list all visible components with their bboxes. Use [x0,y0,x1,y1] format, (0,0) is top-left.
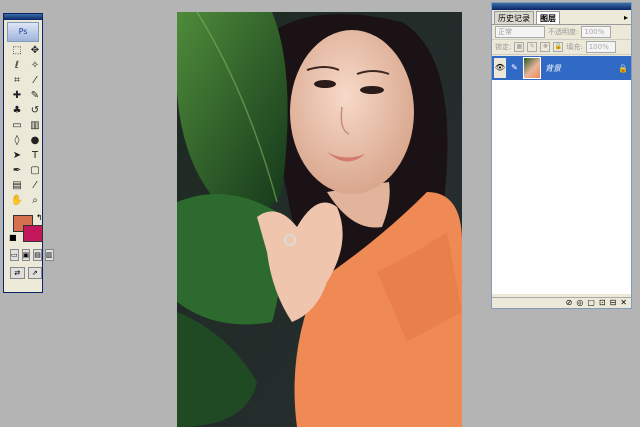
type-icon[interactable]: T [28,150,42,162]
pen-icon[interactable]: ✒ [10,165,24,177]
layers-panel: 历史记录 图层 ▸ 正常 不透明度: 100% 锁定: ▦ ✎ ✥ 🔒 填充: … [491,2,632,309]
eyedropper-icon[interactable]: ⁄ [28,180,42,192]
fill-field[interactable]: 100% [585,41,616,53]
layers-title-bar[interactable] [492,3,631,10]
zoom-icon[interactable]: ⌕ [28,195,42,207]
new-layer-icon[interactable]: ⊟ [610,298,617,308]
history-brush-icon[interactable]: ↺ [28,105,42,117]
jump-to-imageready-button[interactable]: ⇄ [10,267,25,279]
tool-grid: ⬚ ✥ ℓ ✧ ⌗ ⁄ ✚ ✎ ♣ ↺ ▭ ▥ ◊ ● ➤ T ✒ ▢ ▤ ⁄ ✋ ⌕ [10,45,42,207]
opacity-label: 不透明度: [548,28,579,36]
blend-mode-select[interactable]: 正常 [495,26,545,38]
layer-row[interactable]: 👁 ✎ 背景 🔒 [492,56,631,80]
clone-stamp-icon[interactable]: ♣ [10,105,24,117]
visibility-eye-icon[interactable]: 👁 [494,58,506,78]
lock-image-icon[interactable]: ✎ [527,42,538,52]
fullscreen-mode-button[interactable]: ▥ [44,249,54,261]
screen-mode-button[interactable]: ▤ [33,249,42,261]
standard-mode-button[interactable]: ▭ [10,249,19,261]
lasso-icon[interactable]: ℓ [10,60,24,72]
default-colors-icon[interactable]: ■ [9,233,17,242]
swap-colors-icon[interactable]: ↰ [36,213,43,222]
panel-menu-icon[interactable]: ▸ [624,11,628,24]
eraser-icon[interactable]: ▭ [10,120,24,132]
app-logo[interactable]: Ps [7,22,39,42]
layer-lock-icon: 🔒 [618,63,628,73]
extra-tool-button[interactable]: ⇗ [27,267,42,279]
healing-brush-icon[interactable]: ✚ [10,90,24,102]
move-icon[interactable]: ✥ [28,45,42,57]
tools-title-bar[interactable] [4,14,42,20]
lock-all-icon[interactable]: 🔒 [553,42,564,52]
tab-history[interactable]: 历史记录 [494,11,534,24]
fill-label: 填充: [566,43,583,51]
gradient-icon[interactable]: ▥ [28,120,42,132]
mode-buttons: ▭ ▣ ▤ ▥ [10,249,54,261]
tab-layers[interactable]: 图层 [536,11,560,24]
blend-row: 正常 不透明度: 100% [492,25,631,40]
link-layers-icon[interactable]: ⊘ [566,298,573,308]
crop-icon[interactable]: ⌗ [10,75,24,87]
delete-layer-icon[interactable]: ✕ [620,298,627,308]
background-color-swatch[interactable] [23,225,43,242]
extra-buttons: ⇄ ⇗ [10,267,42,279]
blur-icon[interactable]: ◊ [10,135,24,147]
shape-icon[interactable]: ▢ [28,165,42,177]
color-swatches: ■ ↰ [9,213,43,243]
notes-icon[interactable]: ▤ [10,180,24,192]
new-group-icon[interactable]: ⊡ [599,298,606,308]
lock-label: 锁定: [495,43,512,51]
add-mask-icon[interactable]: ▢ [587,298,595,308]
layer-name[interactable]: 背景 [545,63,614,74]
layers-bottom-bar: ⊘ ◎ ▢ ⊡ ⊟ ✕ [492,297,631,308]
magic-wand-icon[interactable]: ✧ [28,60,42,72]
layer-style-icon[interactable]: ◎ [576,298,583,308]
panel-tabs: 历史记录 图层 ▸ [492,11,631,25]
quickmask-mode-button[interactable]: ▣ [21,249,31,261]
layers-list: 👁 ✎ 背景 🔒 [492,56,631,294]
tools-palette: Ps ⬚ ✥ ℓ ✧ ⌗ ⁄ ✚ ✎ ♣ ↺ ▭ ▥ ◊ ● ➤ T ✒ ▢ ▤ ⁄ ✋ ⌕ ■ ↰ ▭ ▣ ▤ ▥ ⇄ ⇗ [3,13,54,293]
layer-thumbnail[interactable] [523,57,541,79]
lock-position-icon[interactable]: ✥ [540,42,551,52]
photo [177,12,462,427]
lock-row: 锁定: ▦ ✎ ✥ 🔒 填充: 100% [492,40,631,55]
document-canvas[interactable] [177,12,462,427]
slice-icon[interactable]: ⁄ [28,75,42,87]
opacity-field[interactable]: 100% [581,26,612,38]
brush-icon[interactable]: ✎ [28,90,42,102]
marquee-icon[interactable]: ⬚ [10,45,24,57]
hand-icon[interactable]: ✋ [10,195,24,207]
path-select-icon[interactable]: ➤ [10,150,24,162]
dodge-icon[interactable]: ● [28,135,42,147]
layer-brush-icon: ✎ [511,63,518,72]
lock-transparent-icon[interactable]: ▦ [514,42,525,52]
